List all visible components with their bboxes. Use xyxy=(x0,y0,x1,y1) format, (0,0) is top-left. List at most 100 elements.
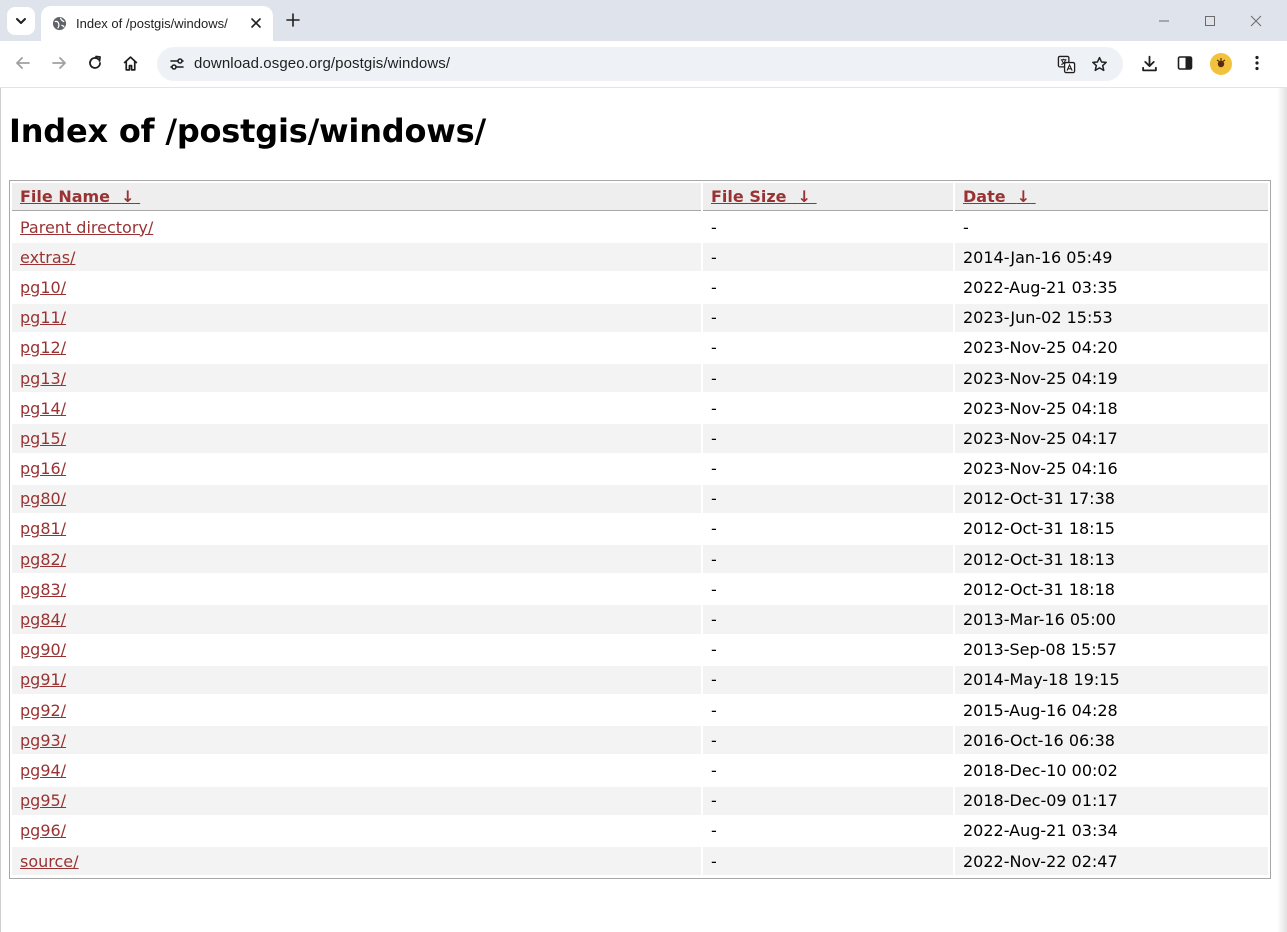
file-date-cell: 2023-Nov-25 04:19 xyxy=(955,363,1268,393)
close-icon xyxy=(1250,12,1262,31)
name-column-header: File Name ↓ xyxy=(12,183,701,211)
tab-strip: Index of /postgis/windows/ xyxy=(0,0,1287,41)
sort-by-date-link[interactable]: Date ↓ xyxy=(963,187,1036,206)
file-name-cell: pg96/ xyxy=(12,817,701,845)
minimize-button[interactable] xyxy=(1153,10,1175,32)
file-date-cell: 2022-Aug-21 03:35 xyxy=(963,277,1118,297)
file-link[interactable]: pg90/ xyxy=(20,640,66,659)
file-size-cell: - xyxy=(711,217,717,237)
page-title: Index of /postgis/windows/ xyxy=(9,112,486,150)
table-row: pg96/ - 2022-Aug-21 03:34 xyxy=(12,817,1268,845)
menu-button[interactable] xyxy=(1244,52,1270,78)
reload-button[interactable] xyxy=(82,52,108,78)
file-name-cell: pg10/ xyxy=(12,273,701,301)
file-link[interactable]: pg91/ xyxy=(20,670,66,689)
file-link[interactable]: pg83/ xyxy=(20,580,66,599)
file-date-cell: 2014-May-18 19:15 xyxy=(955,665,1268,694)
file-date-cell: 2022-Nov-22 02:47 xyxy=(955,846,1268,876)
file-size-cell: - xyxy=(711,398,717,418)
file-size-cell: - xyxy=(711,700,717,720)
file-link[interactable]: pg93/ xyxy=(20,731,66,750)
file-name-cell: pg11/ xyxy=(12,303,701,332)
tune-icon[interactable] xyxy=(165,52,189,76)
file-size-cell: - xyxy=(711,519,717,539)
new-tab-button[interactable] xyxy=(282,10,304,32)
table-row: pg15/ -2023-Nov-25 04:17 xyxy=(12,424,1268,453)
file-link[interactable]: pg92/ xyxy=(20,701,66,720)
file-size-cell: - xyxy=(711,760,717,780)
file-link[interactable]: pg13/ xyxy=(20,369,66,388)
file-link[interactable]: pg15/ xyxy=(20,429,66,448)
file-size-cell: - xyxy=(703,484,953,513)
close-window-button[interactable] xyxy=(1245,10,1267,32)
file-link[interactable]: pg10/ xyxy=(20,278,66,297)
file-name-cell: extras/ xyxy=(12,243,701,272)
file-name-cell: pg16/ xyxy=(12,455,701,483)
back-arrow-icon xyxy=(15,55,31,75)
file-name-cell: pg93/ xyxy=(12,726,701,755)
file-name-cell: pg94/ xyxy=(12,756,701,784)
file-size-cell: - xyxy=(703,363,953,393)
file-link[interactable]: pg84/ xyxy=(20,610,66,629)
downloads-button[interactable] xyxy=(1136,52,1162,78)
sort-by-size-link[interactable]: File Size ↓ xyxy=(711,187,817,206)
address-bar[interactable]: download.osgeo.org/postgis/windows/ xyxy=(157,47,1123,81)
table-row: pg10/ - 2022-Aug-21 03:35 xyxy=(12,273,1268,301)
file-name-cell: pg95/ xyxy=(12,786,701,815)
side-panel-button[interactable] xyxy=(1172,52,1198,78)
chevron-down-icon xyxy=(15,12,27,31)
browser-toolbar: download.osgeo.org/postgis/windows/ xyxy=(0,41,1287,88)
file-date-cell: 2016-Oct-16 06:38 xyxy=(955,726,1268,755)
file-link[interactable]: Parent directory/ xyxy=(20,218,153,237)
url-text[interactable]: download.osgeo.org/postgis/windows/ xyxy=(194,55,450,72)
tab-search-button[interactable] xyxy=(7,7,35,35)
file-link[interactable]: pg95/ xyxy=(20,791,66,810)
file-date-cell: 2023-Nov-25 04:20 xyxy=(963,338,1118,358)
active-tab[interactable]: Index of /postgis/windows/ xyxy=(41,6,273,41)
file-link[interactable]: pg80/ xyxy=(20,489,66,508)
window-edge xyxy=(0,88,1,932)
profile-avatar[interactable] xyxy=(1210,53,1232,75)
file-link[interactable]: pg94/ xyxy=(20,761,66,780)
table-row: source/ -2022-Nov-22 02:47 xyxy=(12,846,1268,876)
forward-arrow-icon xyxy=(51,55,67,75)
file-size-cell: - xyxy=(711,277,717,297)
file-date-cell: 2023-Nov-25 04:16 xyxy=(963,459,1118,479)
translate-icon[interactable] xyxy=(1055,53,1077,75)
file-link[interactable]: extras/ xyxy=(20,248,75,267)
file-date-cell: 2022-Aug-21 03:34 xyxy=(963,821,1118,841)
file-link[interactable]: pg14/ xyxy=(20,399,66,418)
sort-by-name-link[interactable]: File Name ↓ xyxy=(20,187,140,206)
file-link[interactable]: source/ xyxy=(20,852,79,871)
file-link[interactable]: pg16/ xyxy=(20,459,66,478)
file-link[interactable]: pg82/ xyxy=(20,550,66,569)
file-size-cell: - xyxy=(703,846,953,876)
maximize-icon xyxy=(1204,12,1216,31)
file-link[interactable]: pg12/ xyxy=(20,338,66,357)
file-size-cell: - xyxy=(703,665,953,694)
reload-icon xyxy=(87,55,103,75)
file-name-cell: pg91/ xyxy=(12,665,701,694)
forward-button[interactable] xyxy=(46,52,72,78)
table-row: pg83/ - 2012-Oct-31 18:18 xyxy=(12,575,1268,603)
home-icon xyxy=(122,55,139,76)
table-row: pg80/ -2012-Oct-31 17:38 xyxy=(12,484,1268,513)
file-date-cell: 2013-Mar-16 05:00 xyxy=(955,605,1268,634)
table-row: pg92/ - 2015-Aug-16 04:28 xyxy=(12,696,1268,724)
file-date-cell: 2012-Oct-31 17:38 xyxy=(955,484,1268,513)
scrollbar-shadow xyxy=(1277,88,1287,932)
star-icon[interactable] xyxy=(1088,53,1110,75)
file-date-cell: - xyxy=(963,217,969,237)
close-icon[interactable] xyxy=(247,14,265,32)
maximize-button[interactable] xyxy=(1199,10,1221,32)
file-date-cell: 2018-Dec-10 00:02 xyxy=(963,760,1118,780)
back-button[interactable] xyxy=(10,52,36,78)
tab-title: Index of /postgis/windows/ xyxy=(76,16,228,31)
file-name-cell: pg90/ xyxy=(12,636,701,664)
file-link[interactable]: pg96/ xyxy=(20,821,66,840)
file-link[interactable]: pg11/ xyxy=(20,308,66,327)
file-link[interactable]: pg81/ xyxy=(20,519,66,538)
file-name-cell: pg82/ xyxy=(12,545,701,574)
file-size-cell: - xyxy=(711,821,717,841)
home-button[interactable] xyxy=(117,52,143,78)
